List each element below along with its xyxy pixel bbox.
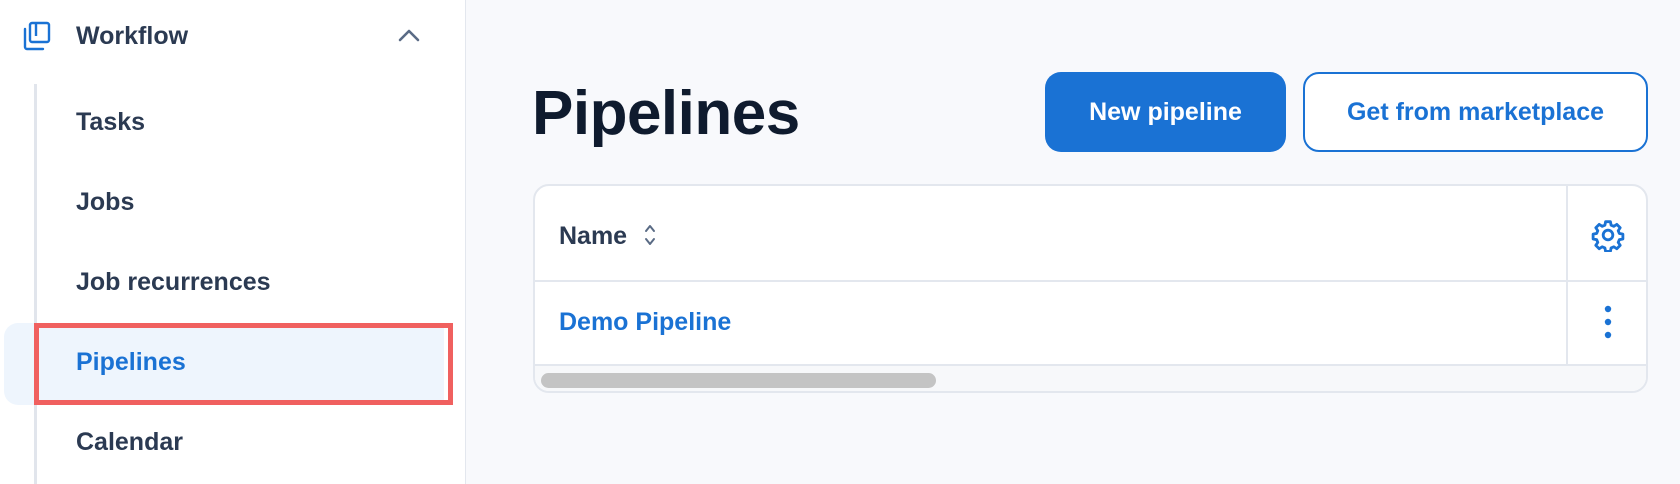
workflow-section-header[interactable]: Workflow [0,0,466,74]
sidebar-item-pipelines[interactable]: Pipelines [76,348,186,377]
horizontal-scrollbar[interactable] [535,366,1646,391]
sidebar-item-tasks[interactable]: Tasks [76,108,145,137]
column-header-name[interactable]: Name [559,222,627,251]
get-from-marketplace-button[interactable]: Get from marketplace [1303,72,1648,152]
sidebar-item-job-recurrences[interactable]: Job recurrences [76,268,271,297]
page-title: Pipelines [532,79,800,148]
stacked-windows-icon [23,21,51,51]
gear-icon[interactable] [1591,218,1625,252]
scrollbar-thumb[interactable] [541,373,936,388]
sidebar-item-jobs[interactable]: Jobs [76,188,134,217]
pipelines-table: Name Demo Pipeline [533,184,1648,393]
section-title: Workflow [76,22,189,50]
table-header: Name [535,186,1646,282]
sidebar-item-calendar[interactable]: Calendar [76,428,183,457]
tree-guide-line [34,84,37,484]
column-divider [1566,186,1568,366]
more-vertical-icon[interactable] [1598,304,1618,340]
pipeline-link-demo-pipeline[interactable]: Demo Pipeline [559,308,731,337]
active-item-background [4,323,444,405]
sort-icon[interactable] [643,222,657,248]
new-pipeline-button[interactable]: New pipeline [1045,72,1286,152]
table-row: Demo Pipeline [535,282,1646,366]
chevron-up-icon[interactable] [396,26,422,44]
sidebar: Workflow Tasks Jobs Job recurrences Pipe… [0,0,466,484]
